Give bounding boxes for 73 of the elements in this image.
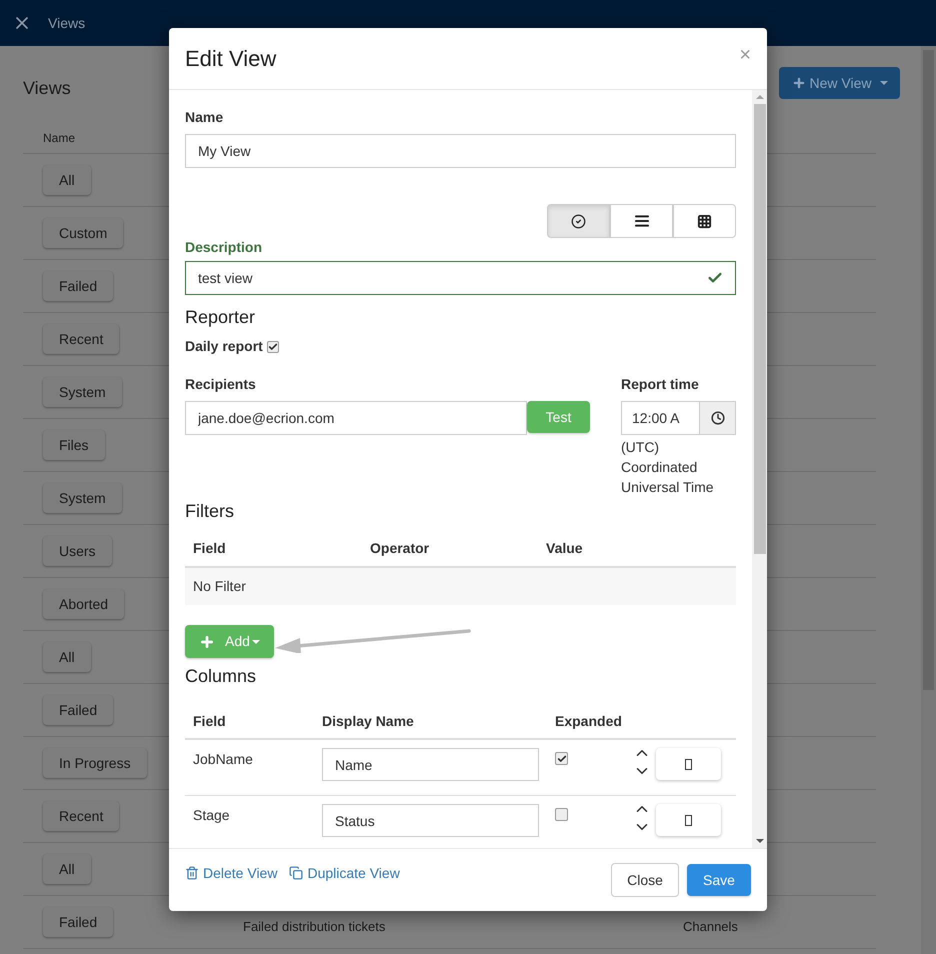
- close-button[interactable]: ×: [739, 44, 751, 64]
- table-header: Field: [193, 712, 227, 731]
- list-icon: [634, 213, 650, 229]
- field-label: Name: [185, 109, 224, 125]
- display-name-field[interactable]: Name: [322, 748, 539, 781]
- column-header: Name: [43, 130, 76, 146]
- table-header: Operator: [370, 539, 430, 558]
- section-heading: Reporter: [185, 307, 256, 327]
- test-button[interactable]: Test: [527, 401, 590, 433]
- app-bar-title: Views: [48, 14, 86, 32]
- table-header: Expanded: [555, 712, 622, 731]
- add-button[interactable]: Add: [185, 625, 274, 658]
- field-label: Recipients: [185, 376, 256, 392]
- view-mode-button[interactable]: [673, 204, 736, 238]
- page-title: Views: [23, 76, 71, 100]
- dialog-scrollbar[interactable]: [752, 90, 767, 848]
- timezone-text: (UTC) Coordinated Universal Time: [621, 438, 715, 497]
- field-label: Report time: [621, 376, 699, 392]
- view-button[interactable]: All: [43, 165, 91, 195]
- view-channel: Channels: [683, 918, 738, 936]
- table-cell-text: Stage: [193, 806, 231, 825]
- view-button[interactable]: System: [43, 377, 122, 407]
- view-button[interactable]: System: [43, 483, 122, 513]
- field-label: Description: [185, 239, 262, 255]
- view-mode-button[interactable]: [610, 204, 673, 238]
- recipients-field[interactable]: jane.doe@ecrion.com: [185, 401, 527, 435]
- delete-view-link[interactable]: Delete View: [185, 862, 278, 884]
- check-circle-icon: [571, 214, 586, 228]
- copy-icon: [289, 866, 304, 880]
- view-button[interactable]: Failed: [43, 271, 114, 301]
- clock-icon: [710, 411, 724, 425]
- view-button[interactable]: All: [43, 854, 91, 884]
- dialog-title: Edit View: [185, 45, 276, 73]
- daily-report-checkbox[interactable]: [266, 340, 279, 352]
- table-row: No Filter: [185, 568, 736, 605]
- page-scrollbar[interactable]: [921, 46, 936, 954]
- plus-icon: [199, 634, 216, 650]
- section-heading: Filters: [185, 501, 234, 521]
- section-heading: Columns: [185, 666, 256, 686]
- plus-icon: [792, 76, 806, 90]
- report-time-field[interactable]: 12:00 A: [621, 401, 736, 435]
- close-dialog-button[interactable]: Close: [611, 863, 679, 897]
- view-button[interactable]: Custom: [43, 218, 124, 248]
- display-name-field[interactable]: Status: [322, 804, 539, 837]
- caret-icon: [252, 640, 260, 644]
- description-field[interactable]: test view: [185, 261, 736, 295]
- view-button[interactable]: Files: [43, 430, 105, 460]
- duplicate-view-link[interactable]: Duplicate View: [289, 862, 400, 884]
- daily-report-label: Daily report: [185, 337, 263, 356]
- table-header: Value: [546, 539, 584, 558]
- table-header: Field: [193, 539, 227, 558]
- view-button[interactable]: Recent: [43, 324, 120, 354]
- view-button[interactable]: Aborted: [43, 589, 124, 619]
- trash-icon: [185, 866, 199, 880]
- view-button[interactable]: All: [43, 642, 91, 672]
- view-button[interactable]: Users: [43, 536, 112, 566]
- rectangle-icon: [685, 814, 692, 826]
- save-button[interactable]: Save: [687, 864, 751, 896]
- grid-icon: [697, 214, 712, 228]
- expanded-checkbox[interactable]: [555, 752, 568, 765]
- caret-icon: [880, 81, 888, 85]
- view-button[interactable]: In Progress: [43, 748, 147, 778]
- view-description: Failed distribution tickets: [243, 918, 386, 936]
- view-button[interactable]: Failed: [43, 695, 114, 725]
- view-button[interactable]: Recent: [43, 801, 120, 831]
- view-mode-button[interactable]: [547, 204, 610, 238]
- table-header: Display Name: [322, 712, 415, 731]
- text-field[interactable]: My View: [185, 134, 736, 168]
- view-button[interactable]: Failed: [43, 907, 114, 937]
- rectangle-icon: [685, 758, 692, 770]
- table-cell-text: JobName: [193, 750, 254, 769]
- expanded-checkbox[interactable]: [555, 808, 568, 821]
- new-view-button[interactable]: New View: [779, 67, 900, 99]
